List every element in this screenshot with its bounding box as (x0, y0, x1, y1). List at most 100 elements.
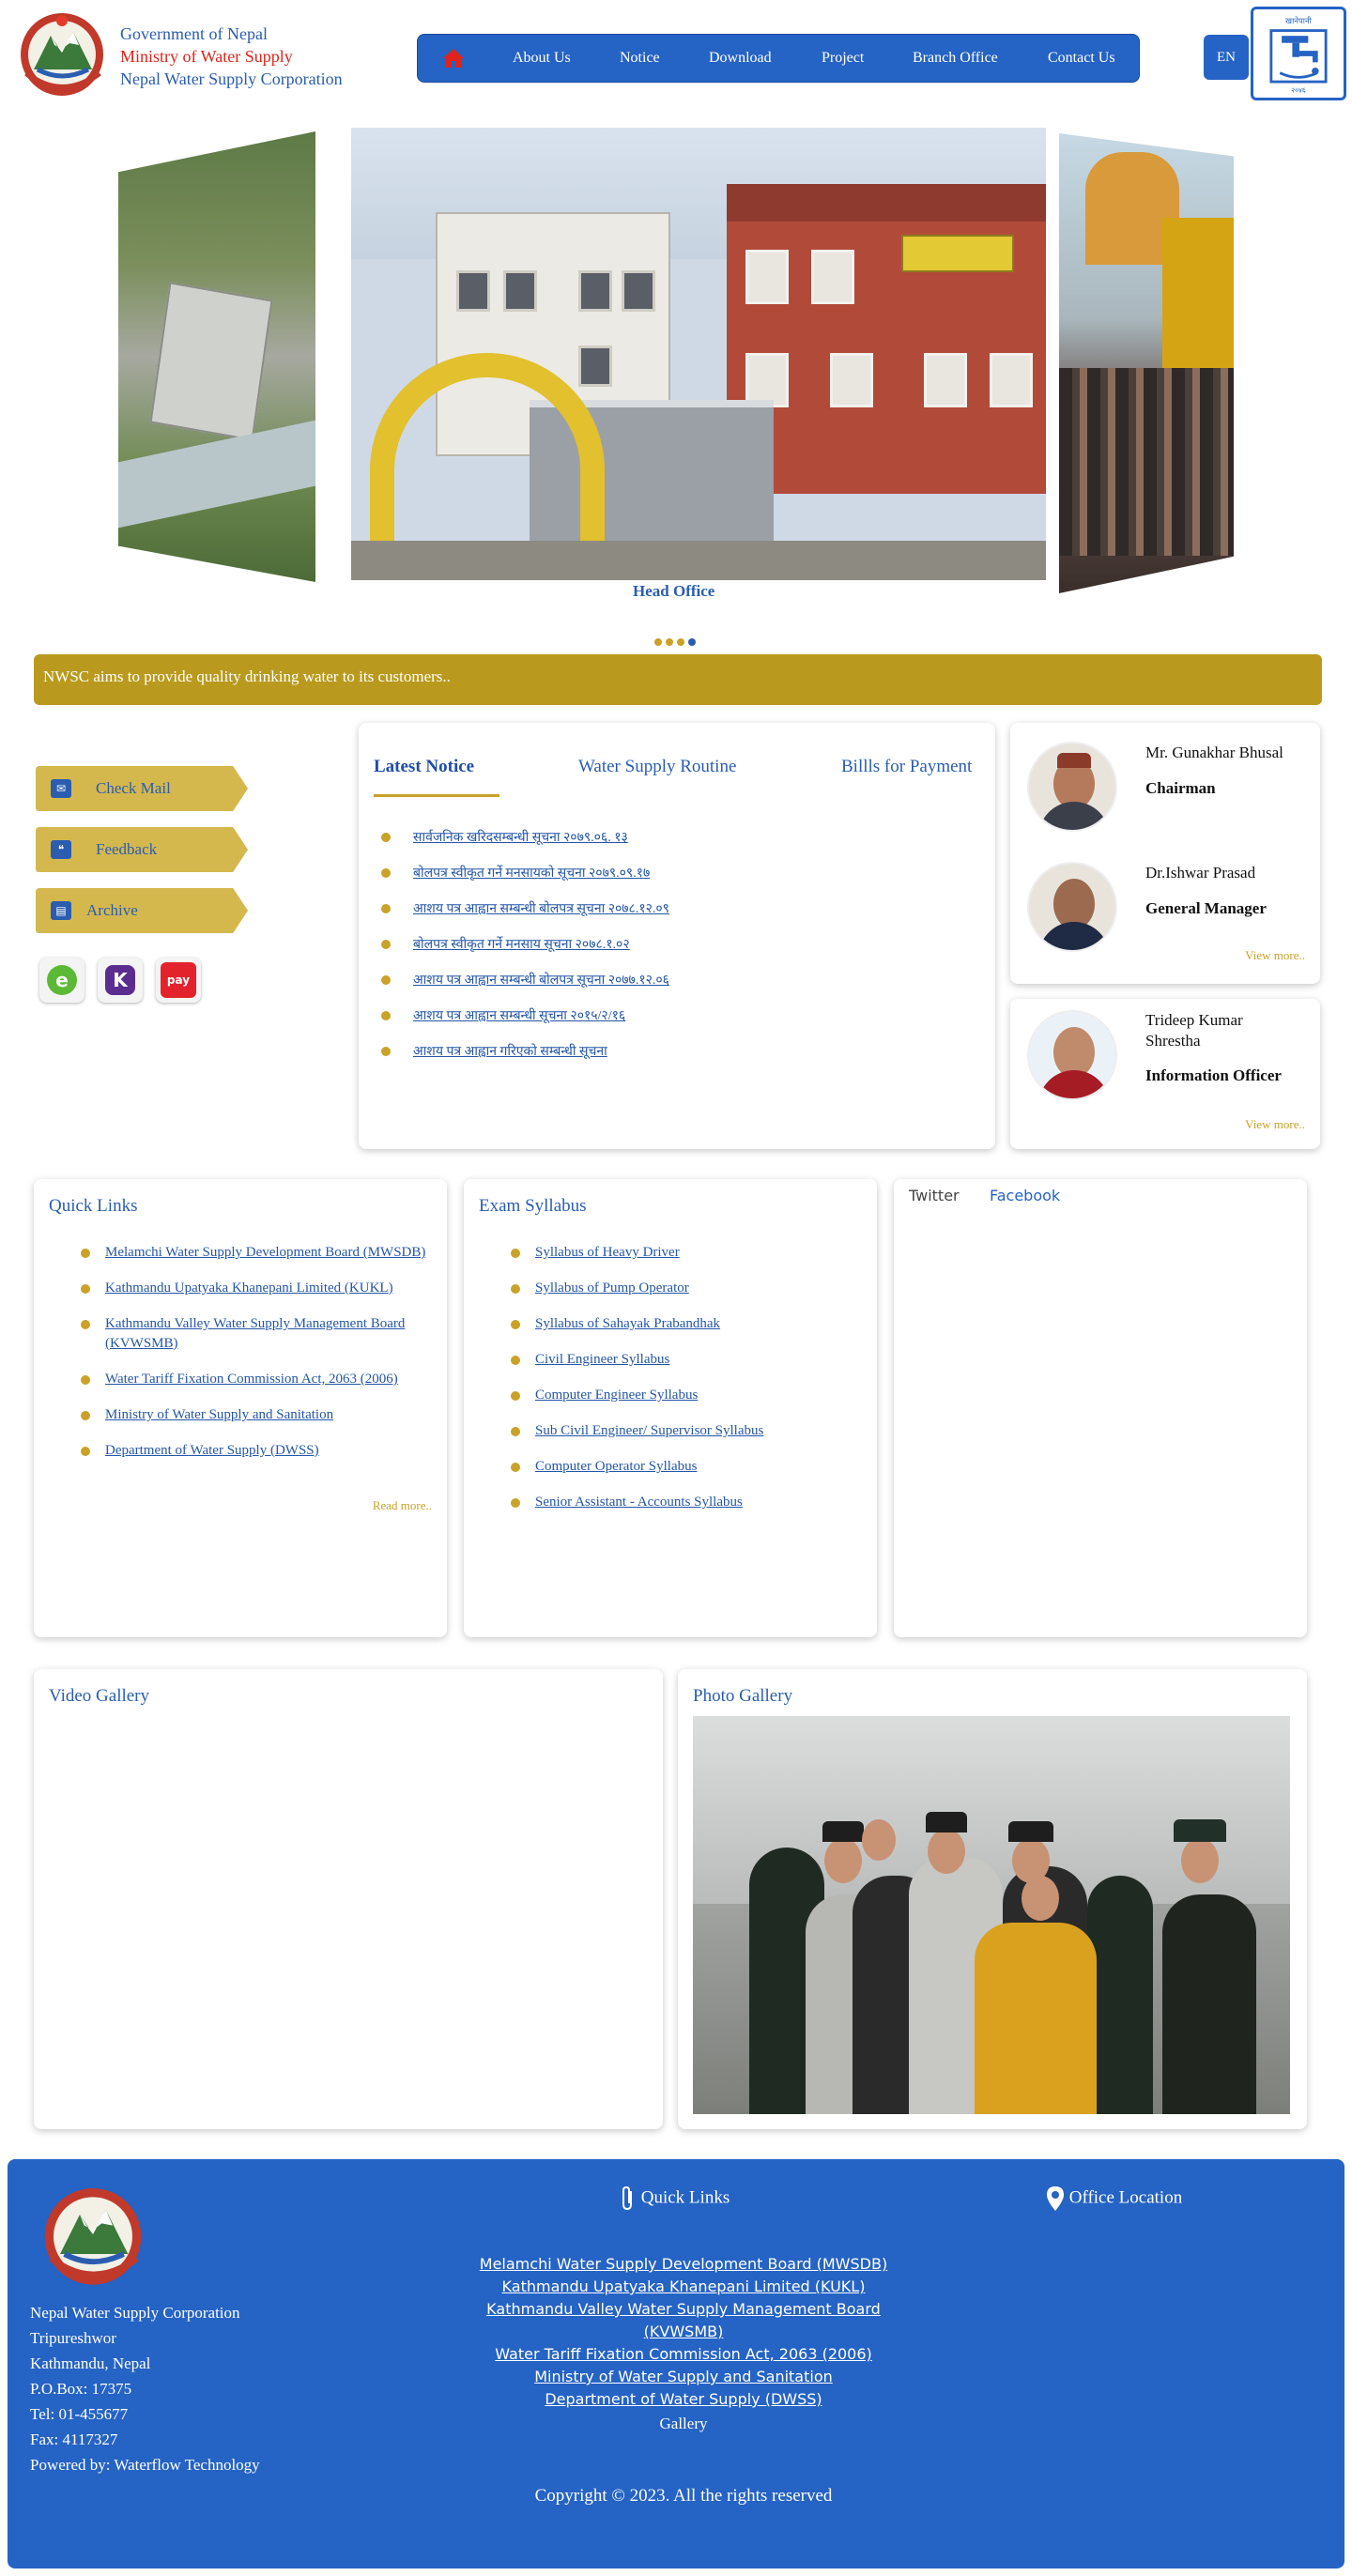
footer-powered-by: Powered by: Waterflow Technology (30, 2456, 260, 2474)
quick-link[interactable]: Department of Water Supply (DWSS) (105, 1443, 319, 1458)
nav-contact-us[interactable]: Contact Us (1048, 50, 1115, 67)
notice-link[interactable]: बोलपत्र स्वीकृत गर्ने मनसाय सूचना २०७८.१… (413, 938, 630, 952)
tab-facebook[interactable]: Facebook (990, 1187, 1060, 1204)
list-item: बोलपत्र स्वीकृत गर्ने मनसाय सूचना २०७८.१… (381, 935, 669, 971)
carousel-dot-2[interactable] (666, 638, 673, 646)
nav-branch-office[interactable]: Branch Office (913, 50, 998, 67)
site-header: Government of Nepal Ministry of Water Su… (0, 0, 1352, 117)
government-title-block: Government of Nepal Ministry of Water Su… (120, 23, 343, 90)
main-navigation: About Us Notice Download Project Branch … (417, 34, 1140, 83)
syllabus-link[interactable]: Syllabus of Sahayak Prabandhak (535, 1316, 720, 1331)
footer-city: Kathmandu, Nepal (30, 2354, 151, 2372)
notice-link[interactable]: आशय पत्र आह्वान गरिएको सम्बन्धी सूचना (413, 1045, 607, 1059)
list-item: आशय पत्र आह्वान गरिएको सम्बन्धी सूचना (381, 1042, 669, 1078)
language-toggle-button[interactable]: EN (1204, 35, 1249, 80)
archive-label: Archive (86, 901, 138, 919)
view-more-link[interactable]: View more.. (1245, 1117, 1305, 1132)
notice-list: सार्वजनिक खरिदसम्बन्धी सूचना २०७९.०६. १३… (381, 828, 669, 1078)
slide-caption: Head Office (633, 582, 715, 600)
gallery-photo[interactable] (693, 1716, 1290, 2114)
notice-link[interactable]: सार्वजनिक खरिदसम्बन्धी सूचना २०७९.०६. १३ (413, 831, 628, 845)
photo-gallery-panel: Photo Gallery (678, 1669, 1307, 2129)
notice-link[interactable]: आशय पत्र आह्वान सम्बन्धी बोलपत्र सूचना २… (413, 974, 669, 988)
photo-gallery-title: Photo Gallery (693, 1686, 793, 1706)
svg-text:खानेपानी: खानेपानी (1285, 16, 1312, 25)
corporation-label: Nepal Water Supply Corporation (120, 69, 343, 88)
view-more-link[interactable]: View more.. (1245, 948, 1305, 963)
hero-carousel[interactable]: Head Office (0, 122, 1352, 648)
avatar (1027, 742, 1117, 832)
notice-link[interactable]: आशय पत्र आह्वान सम्बन्धी सूचना २०१५/२/१६ (413, 1009, 625, 1023)
slide-head-office[interactable] (351, 128, 1046, 580)
footer-link[interactable]: Kathmandu Upatyaka Khanepani Limited (KU… (468, 2276, 899, 2298)
footer-fax: Fax: 4117327 (30, 2430, 118, 2448)
footer-links: Melamchi Water Supply Development Board … (468, 2253, 899, 2411)
quick-link[interactable]: Kathmandu Valley Water Supply Management… (105, 1316, 405, 1351)
list-item: Department of Water Supply (DWSS) (81, 1441, 434, 1461)
footer-link[interactable]: Melamchi Water Supply Development Board … (468, 2253, 899, 2276)
syllabus-link[interactable]: Syllabus of Pump Operator (535, 1280, 689, 1296)
list-item: Syllabus of Heavy Driver (511, 1243, 864, 1263)
list-item: Kathmandu Valley Water Supply Management… (81, 1314, 434, 1354)
footer-link[interactable]: Department of Water Supply (DWSS) (468, 2388, 899, 2411)
imepay-icon[interactable]: pay (156, 958, 201, 1003)
notice-link[interactable]: आशय पत्र आह्वान सम्बन्धी बोलपत्र सूचना २… (413, 902, 669, 916)
list-item: Sub Civil Engineer/ Supervisor Syllabus (511, 1421, 864, 1441)
ministry-label: Ministry of Water Supply (120, 47, 293, 66)
esewa-icon[interactable]: e (39, 958, 84, 1003)
nav-notice[interactable]: Notice (620, 50, 660, 67)
notice-link[interactable]: बोलपत्र स्वीकृत गर्ने मनसायको सूचना २०७९… (413, 866, 650, 881)
slide-inauguration[interactable] (1059, 133, 1234, 593)
syllabus-link[interactable]: Senior Assistant - Accounts Syllabus (535, 1495, 743, 1510)
home-icon[interactable] (442, 48, 465, 69)
quick-link[interactable]: Water Tariff Fixation Commission Act, 20… (105, 1372, 398, 1387)
quick-link[interactable]: Melamchi Water Supply Development Board … (105, 1245, 425, 1260)
archive-button[interactable]: ▤ Archive (36, 888, 248, 933)
check-mail-button[interactable]: ✉ Check Mail (36, 766, 248, 811)
nav-project[interactable]: Project (822, 50, 864, 67)
footer-address: Nepal Water Supply Corporation Tripuresh… (30, 2300, 260, 2477)
syllabus-link[interactable]: Computer Operator Syllabus (535, 1459, 697, 1474)
syllabus-link[interactable]: Computer Engineer Syllabus (535, 1388, 698, 1403)
read-more-link[interactable]: Read more.. (373, 1498, 432, 1513)
syllabus-link[interactable]: Sub Civil Engineer/ Supervisor Syllabus (535, 1423, 763, 1438)
syllabus-link[interactable]: Civil Engineer Syllabus (535, 1352, 669, 1367)
khalti-icon[interactable]: K (98, 958, 143, 1003)
tab-water-supply-routine[interactable]: Water Supply Routine (578, 757, 736, 777)
list-item: Computer Engineer Syllabus (511, 1386, 864, 1405)
footer-quick-links-heading: Quick Links (620, 2185, 730, 2212)
list-item: Melamchi Water Supply Development Board … (81, 1243, 434, 1263)
tab-twitter[interactable]: Twitter (909, 1187, 960, 1204)
feedback-label: Feedback (96, 840, 158, 858)
carousel-dot-4[interactable] (688, 638, 696, 646)
footer-link[interactable]: Ministry of Water Supply and Sanitation (468, 2366, 899, 2388)
quick-links-list: Melamchi Water Supply Development Board … (81, 1243, 434, 1477)
information-officer-card: Trideep Kumar Shrestha Information Offic… (1010, 999, 1320, 1149)
social-feed-panel: Twitter Facebook (894, 1179, 1307, 1637)
footer-link[interactable]: Kathmandu Valley Water Supply Management… (468, 2298, 899, 2343)
officer-name: Trideep Kumar Shrestha (1145, 1011, 1243, 1050)
video-gallery-panel: Video Gallery (34, 1669, 663, 2129)
syllabus-list: Syllabus of Heavy Driver Syllabus of Pum… (511, 1243, 864, 1528)
nav-about-us[interactable]: About Us (513, 50, 571, 67)
quick-link[interactable]: Kathmandu Upatyaka Khanepani Limited (KU… (105, 1280, 393, 1296)
carousel-dot-3[interactable] (677, 638, 684, 646)
tab-latest-notice[interactable]: Latest Notice (374, 757, 474, 777)
quick-link[interactable]: Ministry of Water Supply and Sanitation (105, 1407, 333, 1422)
carousel-dot-1[interactable] (654, 638, 662, 646)
syllabus-link[interactable]: Syllabus of Heavy Driver (535, 1245, 680, 1260)
feedback-button[interactable]: ❝ Feedback (36, 827, 248, 872)
officer-role: Information Officer (1145, 1066, 1282, 1084)
slide-water-treatment-plant[interactable] (118, 131, 315, 582)
svg-text:२०४६: २०४६ (1291, 85, 1306, 94)
nepal-emblem-icon[interactable] (13, 8, 111, 98)
tab-bills-for-payment[interactable]: Billls for Payment (841, 757, 972, 777)
footer-gallery-link[interactable]: Gallery (468, 2415, 899, 2433)
archive-icon: ▤ (51, 901, 71, 920)
footer-office-location-title: Office Location (1068, 2187, 1183, 2208)
footer-link[interactable]: Water Tariff Fixation Commission Act, 20… (468, 2343, 899, 2366)
video-gallery-title: Video Gallery (49, 1686, 150, 1706)
nav-download[interactable]: Download (709, 50, 772, 67)
officer-role: Chairman (1145, 779, 1216, 797)
footer-copyright: Copyright © 2023. All the rights reserve… (534, 2486, 833, 2506)
